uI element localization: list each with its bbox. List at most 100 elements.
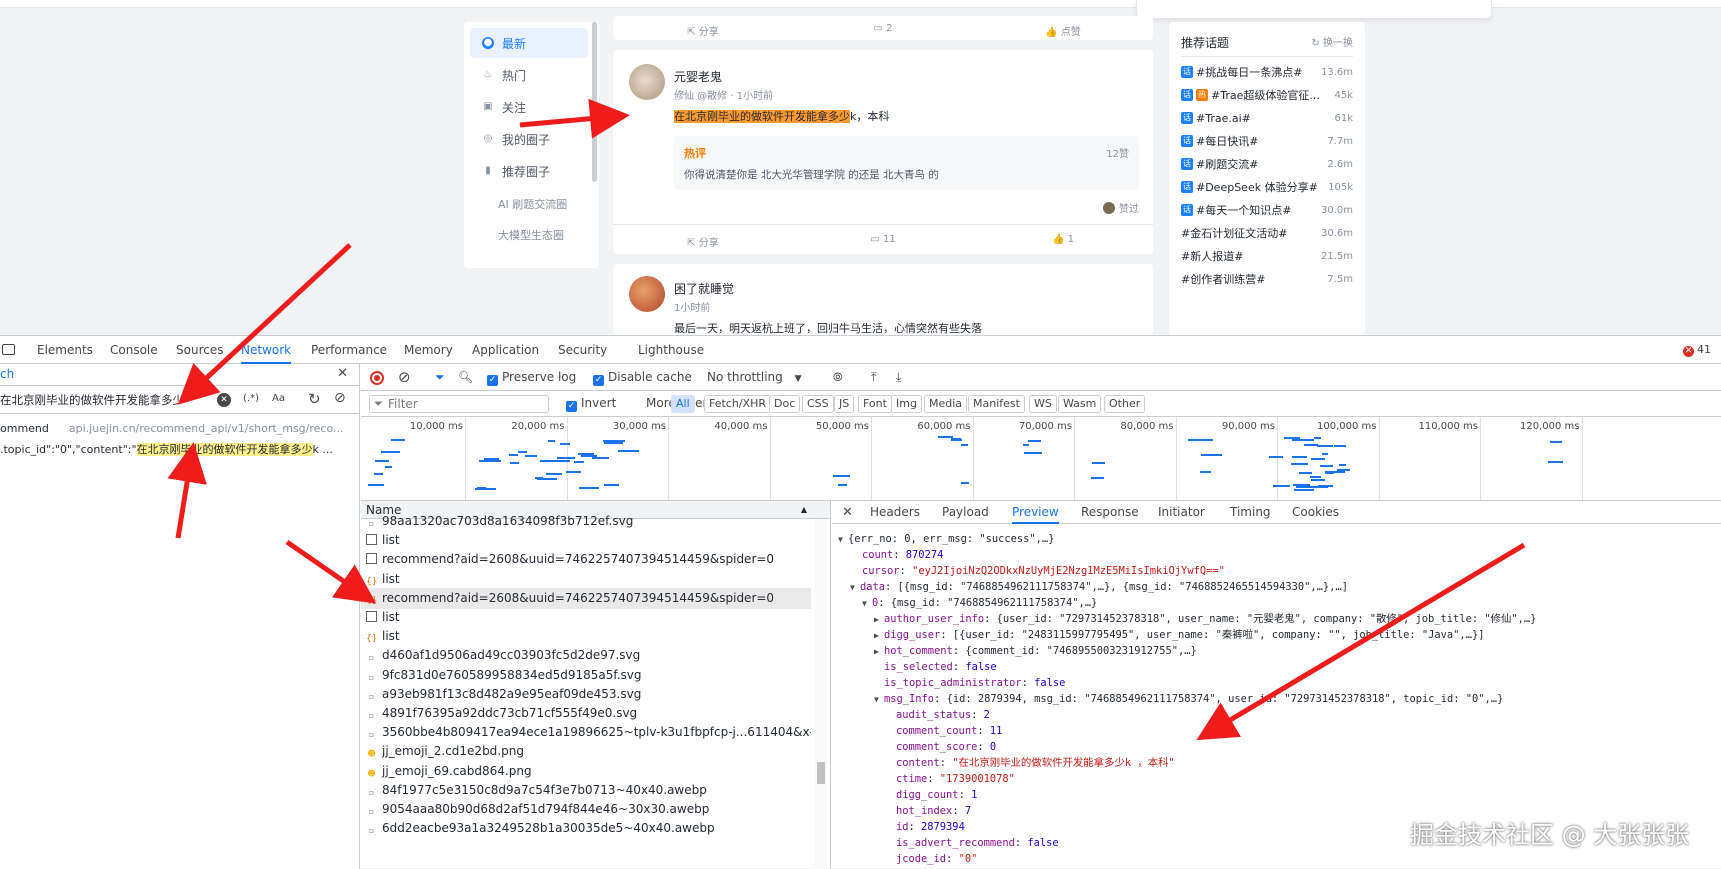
throttling-select[interactable]: No throttling ▼ — [707, 364, 802, 391]
share-button[interactable]: ⇱ 分享 — [613, 234, 793, 249]
tab-response[interactable]: Response — [1081, 501, 1139, 524]
request-row[interactable]: {} list — [361, 569, 811, 590]
filter-type-font[interactable]: Font — [858, 395, 892, 413]
request-list-scrollbar[interactable] — [815, 519, 827, 869]
json-digg-user[interactable]: ▶ digg_user: [{user_id: "2483115997795495… — [874, 627, 1484, 644]
filter-input[interactable]: ⏷ Filter — [369, 395, 549, 413]
error-counter[interactable]: ✕ 41 — [1683, 343, 1711, 357]
tab-lighthouse[interactable]: Lighthouse — [638, 336, 704, 364]
search-input[interactable]: 在北京刚毕业的做软件开发能拿多少 — [0, 390, 205, 410]
search-result-file[interactable]: ommend api.juejin.cn/recommend_api/v1/sho… — [0, 422, 343, 435]
regex-button[interactable]: (.*) — [243, 393, 259, 404]
clear-icon[interactable]: ⊘ — [398, 364, 411, 391]
request-row[interactable]: ▫ a93eb981f13c8d482a9e95eaf09de453.svg — [361, 684, 811, 705]
json-author-user-info[interactable]: ▶ author_user_info: {user_id: "7297314523… — [874, 611, 1536, 628]
comment-button[interactable]: ▭ 11 — [793, 234, 973, 249]
filter-type-all[interactable]: All — [671, 395, 695, 413]
request-row[interactable]: ▫ 6dd2eacbe93a1a3249528b1a30035de5~40x40.… — [361, 818, 811, 839]
request-row[interactable]: {} list — [361, 626, 811, 647]
refresh-icon[interactable]: ↻ — [308, 390, 321, 408]
filter-type-doc[interactable]: Doc — [769, 395, 801, 413]
tab-performance[interactable]: Performance — [311, 336, 387, 364]
scrollbar-thumb[interactable] — [817, 762, 825, 784]
topic-item[interactable]: #金石计划征文活动# 30.6m — [1181, 225, 1353, 241]
topic-item[interactable]: 话 #DeepSeek 体验分享# 105k — [1181, 179, 1353, 195]
disable-cache-checkbox[interactable]: ✓ Disable cache — [593, 364, 692, 391]
import-icon[interactable]: ⤒ — [871, 364, 876, 391]
filter-type-media[interactable]: Media — [924, 395, 968, 413]
clear-icon[interactable]: ⊘ — [334, 390, 346, 406]
match-case-button[interactable]: Aa — [272, 393, 285, 404]
filter-type-other[interactable]: Other — [1104, 395, 1146, 413]
close-icon[interactable]: ✕ — [842, 501, 853, 524]
request-row[interactable]: ▫ 4891f76395a92ddc73cb71cf555f49e0.svg — [361, 703, 811, 724]
invert-checkbox[interactable]: ✓ Invert — [566, 390, 616, 417]
request-row[interactable]: ▫ 98aa1320ac703d8a1634098f3b712ef.svg — [361, 511, 811, 532]
json-data[interactable]: ▼ data: [{msg_id: "7468854962111758374",…… — [850, 579, 1348, 596]
tab-elements[interactable]: Elements — [37, 336, 93, 364]
network-overview[interactable]: 10,000 ms 20,000 ms 30,000 ms 40,000 ms 50,0… — [361, 417, 1721, 501]
nav-item-follow[interactable]: ▣ 关注 — [470, 92, 588, 122]
request-row[interactable]: recommend?aid=2608&uuid=7462257407394514… — [361, 549, 811, 570]
json-hot-comment[interactable]: ▶ hot_comment: {comment_id: "746895500323… — [874, 643, 1197, 660]
tab-timing[interactable]: Timing — [1230, 501, 1271, 524]
request-row[interactable]: list — [361, 530, 811, 551]
filter-type-css[interactable]: CSS — [802, 395, 834, 413]
nav-item-recommend-circle[interactable]: ▮ 推荐圈子 — [470, 156, 588, 186]
clear-search-icon[interactable]: ✕ — [217, 393, 231, 407]
nav-item-latest[interactable]: ● 最新 — [470, 28, 588, 58]
tab-network[interactable]: Network — [241, 336, 292, 364]
avatar[interactable] — [629, 276, 665, 312]
tab-preview[interactable]: Preview — [1012, 501, 1059, 524]
topic-item[interactable]: 话热 #Trae超级体验官征... 45k — [1181, 87, 1353, 103]
nav-item-hot[interactable]: ♨ 热门 — [470, 60, 588, 90]
request-row[interactable]: ▫ 9054aaa80b90d68d2af51d794f844e46~30x30.… — [361, 799, 811, 820]
filter-type-manifest[interactable]: Manifest — [968, 395, 1025, 413]
search-tab[interactable]: ch — [0, 367, 14, 381]
topic-item[interactable]: 话 #Trae.ai# 61k — [1181, 110, 1353, 126]
filter-icon[interactable]: ⏷ — [435, 364, 445, 391]
network-conditions-icon[interactable]: ⦾ — [833, 364, 843, 391]
post-content[interactable]: 最后一天，明天返杭上班了，回归牛马生活，心情突然有些失落 — [674, 320, 982, 335]
nav-sub-ai-circle[interactable]: AI 刷题交流圈 — [498, 196, 567, 212]
request-row[interactable]: ▫ 3560bbe4b809417ea94ece1a19896625~tplv-k… — [361, 722, 811, 743]
tab-security[interactable]: Security — [558, 336, 607, 364]
filter-type-ws[interactable]: WS — [1029, 395, 1057, 413]
like-button[interactable]: 👍 点赞 — [973, 23, 1153, 38]
tab-headers[interactable]: Headers — [870, 501, 920, 524]
json-root[interactable]: ▼ {err_no: 0, err_msg: "success",…} — [838, 531, 1054, 548]
share-button[interactable]: ⇱ 分享 — [613, 23, 793, 38]
json-msg-info[interactable]: ▼ msg_Info: {id: 2879394, msg_id: "746885… — [874, 691, 1503, 708]
topic-item[interactable]: 话 #每天一个知识点# 30.0m — [1181, 202, 1353, 218]
tab-console[interactable]: Console — [110, 336, 158, 364]
topic-item[interactable]: 话 #刷题交流# 2.6m — [1181, 156, 1353, 172]
topic-item[interactable]: #创作者训练营# 7.5m — [1181, 271, 1353, 287]
tab-cookies[interactable]: Cookies — [1292, 501, 1339, 524]
json-item-0[interactable]: ▼ 0: {msg_id: "7468854962111758374",…} — [862, 595, 1097, 612]
tab-initiator[interactable]: Initiator — [1158, 501, 1205, 524]
nav-scrollbar[interactable] — [592, 22, 597, 182]
tab-memory[interactable]: Memory — [404, 336, 453, 364]
request-row[interactable]: ▫ 84f1977c5e3150c8d9a7c54f3e7b0713~40x40.… — [361, 780, 811, 801]
search-result-line[interactable]: .topic_id":"0","content":"在北京刚毕业的做软件开发能拿… — [0, 441, 333, 457]
tab-payload[interactable]: Payload — [942, 501, 989, 524]
author-name[interactable]: 困了就睡觉 — [674, 280, 734, 297]
avatar[interactable] — [629, 64, 665, 100]
device-toolbar-icon[interactable] — [2, 344, 15, 355]
preserve-log-checkbox[interactable]: ✓ Preserve log — [487, 364, 576, 391]
comment-button[interactable]: ▭ 2 — [793, 23, 973, 38]
like-button[interactable]: 👍 1 — [973, 234, 1153, 249]
export-icon[interactable]: ⤓ — [896, 364, 901, 391]
request-row[interactable]: ☻ jj_emoji_2.cd1e2bd.png — [361, 741, 811, 762]
tab-application[interactable]: Application — [472, 336, 539, 364]
request-row[interactable]: ▫ 9fc831d0e760589958834ed5d9185a5f.svg — [361, 665, 811, 686]
record-icon[interactable] — [370, 371, 384, 385]
tab-sources[interactable]: Sources — [176, 336, 223, 364]
request-row[interactable]: ▫ d460af1d9506ad49cc03903fc5d2de97.svg — [361, 645, 811, 666]
request-row[interactable]: {} recommend?aid=2608&uuid=74622574073945… — [361, 587, 811, 609]
topic-item[interactable]: 话 #每日快讯# 7.7m — [1181, 133, 1353, 149]
nav-item-my-circle[interactable]: ◎ 我的圈子 — [470, 124, 588, 154]
nav-sub-llm-circle[interactable]: 大模型生态圈 — [498, 227, 564, 243]
topic-item[interactable]: 话 #挑战每日一条沸点# 13.6m — [1181, 64, 1353, 80]
topic-item[interactable]: #新人报道# 21.5m — [1181, 248, 1353, 264]
